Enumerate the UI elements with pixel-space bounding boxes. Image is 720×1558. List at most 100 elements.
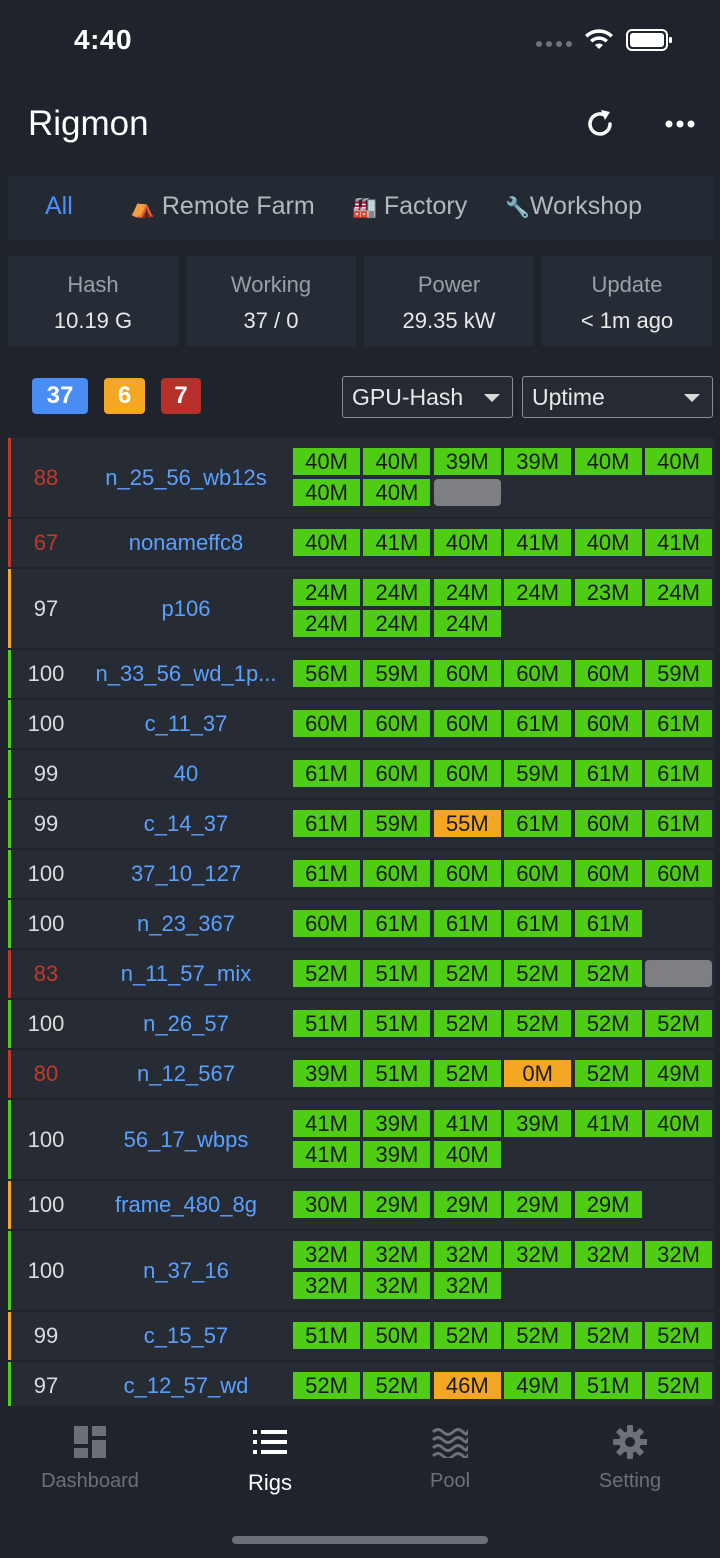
rig-row[interactable]: 100 n_37_16 32M 32M 32M 32M 32M 32M 32M 32M 32M bbox=[8, 1231, 714, 1310]
rig-uptime-percent: 88 bbox=[33, 464, 59, 490]
rig-name-link[interactable]: p106 bbox=[84, 596, 288, 622]
rig-name-link[interactable]: n_26_57 bbox=[84, 1011, 288, 1037]
gear-icon bbox=[613, 1425, 647, 1459]
gpu-hash-cell: 49M bbox=[645, 1060, 712, 1087]
gpu-hash-cell: 51M bbox=[293, 1322, 360, 1349]
badge-warn-count[interactable]: 6 bbox=[104, 378, 145, 414]
gpu-hash-cell: 40M bbox=[363, 448, 431, 475]
rig-row[interactable]: 99 c_15_57 51M 50M 52M 52M 52M 52M bbox=[8, 1312, 714, 1360]
rig-row[interactable]: 97 c_12_57_wd 52M 52M 46M 49M 51M 52M bbox=[8, 1362, 714, 1406]
rig-row[interactable]: 99 c_14_37 61M 59M 55M 61M 60M 61M bbox=[8, 800, 714, 848]
rig-row[interactable]: 100 n_33_56_wd_1p... 56M 59M 60M 60M 60M 59M bbox=[8, 650, 714, 698]
nav-rigs[interactable]: Rigs bbox=[180, 1424, 360, 1496]
rig-name-link[interactable]: 40 bbox=[84, 761, 288, 787]
tab-workshop[interactable]: 🔧Workshop bbox=[505, 192, 642, 221]
rig-name-link[interactable]: n_33_56_wd_1p... bbox=[84, 661, 288, 687]
rig-name-link[interactable]: 56_17_wbps bbox=[84, 1127, 288, 1153]
rig-row[interactable]: 100 frame_480_8g 30M 29M 29M 29M 29M bbox=[8, 1181, 714, 1229]
rig-row[interactable]: 67 nonameffc8 40M 41M 40M 41M 40M 41M bbox=[8, 519, 714, 567]
gpu-hash-cell: 24M bbox=[363, 610, 431, 637]
rig-name-link[interactable]: frame_480_8g bbox=[84, 1192, 288, 1218]
rig-row[interactable]: 100 n_23_367 60M 61M 61M 61M 61M bbox=[8, 900, 714, 948]
gpu-hash-cell: 39M bbox=[504, 448, 572, 475]
gpu-hash-cell: 51M bbox=[293, 1010, 360, 1037]
badge-ok-count[interactable]: 37 bbox=[32, 378, 88, 414]
nav-setting[interactable]: Setting bbox=[540, 1424, 720, 1493]
battery-icon bbox=[626, 29, 672, 51]
refresh-button[interactable] bbox=[580, 104, 620, 144]
rig-name-link[interactable]: n_12_567 bbox=[84, 1061, 288, 1087]
rig-uptime-percent: 99 bbox=[33, 1323, 59, 1348]
rig-uptime-percent: 100 bbox=[27, 661, 65, 686]
tab-factory[interactable]: 🏭 Factory bbox=[352, 192, 467, 221]
rig-name-link[interactable]: n_25_56_wb12s bbox=[84, 465, 288, 491]
rig-row[interactable]: 97 p106 24M 24M 24M 24M 23M 24M 24M 24M 24M bbox=[8, 569, 714, 648]
status-icons bbox=[536, 28, 674, 52]
rig-row[interactable]: 100 n_26_57 51M 51M 52M 52M 52M 52M bbox=[8, 1000, 714, 1048]
gpu-hash-cell: 59M bbox=[645, 660, 712, 687]
rig-row[interactable]: 88 n_25_56_wb12s 40M 40M 39M 39M 40M 40M 40M 40M bbox=[8, 438, 714, 517]
gpu-hash-cell: 52M bbox=[504, 1010, 572, 1037]
filter-row: 37 6 7 GPU-Hash Uptime bbox=[0, 376, 720, 420]
sort-secondary-select[interactable]: Uptime bbox=[522, 376, 713, 418]
gpu-hash-cell: 61M bbox=[504, 810, 572, 837]
sort-primary-select[interactable]: GPU-Hash bbox=[342, 376, 513, 418]
gpu-hash-cell: 51M bbox=[574, 1372, 642, 1399]
gpu-hash-cell: 40M bbox=[293, 479, 360, 506]
rig-name-link[interactable]: c_12_57_wd bbox=[84, 1373, 288, 1399]
rig-row[interactable]: 80 n_12_567 39M 51M 52M 0M 52M 49M bbox=[8, 1050, 714, 1098]
gpu-hash-cell: 60M bbox=[293, 910, 360, 937]
app-header: Rigmon bbox=[0, 96, 720, 160]
rig-row[interactable]: 99 40 61M 60M 60M 59M 61M 61M bbox=[8, 750, 714, 798]
gpu-hash-cell: 52M bbox=[574, 1010, 642, 1037]
gpu-hash-cell: 41M bbox=[433, 1110, 501, 1137]
gpu-hash-cell: 52M bbox=[574, 1322, 642, 1349]
gpu-hash-cell: 61M bbox=[645, 710, 712, 737]
gpu-hash-cell: 60M bbox=[363, 860, 431, 887]
stat-label: Working bbox=[230, 272, 312, 297]
summary-stats: Hash 10.19 G Working 37 / 0 Power 29.35 … bbox=[8, 256, 714, 346]
rig-name-link[interactable]: n_23_367 bbox=[84, 911, 288, 937]
tab-all[interactable]: All bbox=[45, 192, 73, 221]
gpu-offline-cell bbox=[433, 479, 501, 506]
rig-row[interactable]: 83 n_11_57_mix 52M 51M 52M 52M 52M bbox=[8, 950, 714, 998]
rig-name-link[interactable]: 37_10_127 bbox=[84, 861, 288, 887]
nav-dashboard[interactable]: Dashboard bbox=[0, 1424, 180, 1493]
gpu-hash-cell: 59M bbox=[363, 660, 431, 687]
rig-name-link[interactable]: c_15_57 bbox=[84, 1323, 288, 1349]
rig-name-link[interactable]: n_11_57_mix bbox=[84, 961, 288, 987]
gpu-hash-cell: 52M bbox=[645, 1322, 712, 1349]
gpu-hash-cell: 41M bbox=[293, 1110, 360, 1137]
gpu-hash-cell: 52M bbox=[645, 1372, 712, 1399]
rig-row[interactable]: 100 56_17_wbps 41M 39M 41M 39M 41M 40M 41M 39M 40M bbox=[8, 1100, 714, 1179]
tab-label: Workshop bbox=[529, 192, 642, 220]
gpu-hash-cell: 40M bbox=[433, 1141, 501, 1168]
stat-value: < 1m ago bbox=[580, 308, 674, 333]
badge-error-count[interactable]: 7 bbox=[161, 378, 201, 414]
gpu-hash-cell: 24M bbox=[504, 579, 572, 606]
rig-name-link[interactable]: c_11_37 bbox=[84, 711, 288, 737]
gpu-hash-cell: 61M bbox=[574, 910, 642, 937]
gpu-hash-cell: 60M bbox=[574, 660, 642, 687]
stat-working: Working 37 / 0 bbox=[186, 256, 356, 346]
rig-row[interactable]: 100 37_10_127 61M 60M 60M 60M 60M 60M bbox=[8, 850, 714, 898]
rig-uptime-percent: 100 bbox=[27, 711, 65, 736]
rig-name-link[interactable]: n_37_16 bbox=[84, 1258, 288, 1284]
gpu-hash-cell: 56M bbox=[293, 660, 360, 687]
gpu-hash-cell: 39M bbox=[363, 1110, 431, 1137]
gpu-hash-cell: 40M bbox=[645, 1110, 712, 1137]
nav-pool[interactable]: Pool bbox=[360, 1424, 540, 1493]
more-options-button[interactable] bbox=[660, 104, 700, 144]
tab-remote-farm[interactable]: ⛺ Remote Farm bbox=[130, 192, 315, 221]
gpu-hash-cell: 52M bbox=[645, 1010, 712, 1037]
gpu-hash-cell: 24M bbox=[293, 579, 360, 606]
rig-row[interactable]: 100 c_11_37 60M 60M 60M 61M 60M 61M bbox=[8, 700, 714, 748]
gpu-hash-cell: 52M bbox=[433, 1060, 501, 1087]
gpu-hash-cell: 60M bbox=[433, 860, 501, 887]
rig-name-link[interactable]: c_14_37 bbox=[84, 811, 288, 837]
rig-name-link[interactable]: nonameffc8 bbox=[84, 530, 288, 556]
stat-label: Power bbox=[417, 272, 481, 297]
gpu-hash-cell: 30M bbox=[293, 1191, 360, 1218]
nav-label: Dashboard bbox=[41, 1470, 139, 1492]
gpu-hash-cell: 51M bbox=[363, 1010, 431, 1037]
